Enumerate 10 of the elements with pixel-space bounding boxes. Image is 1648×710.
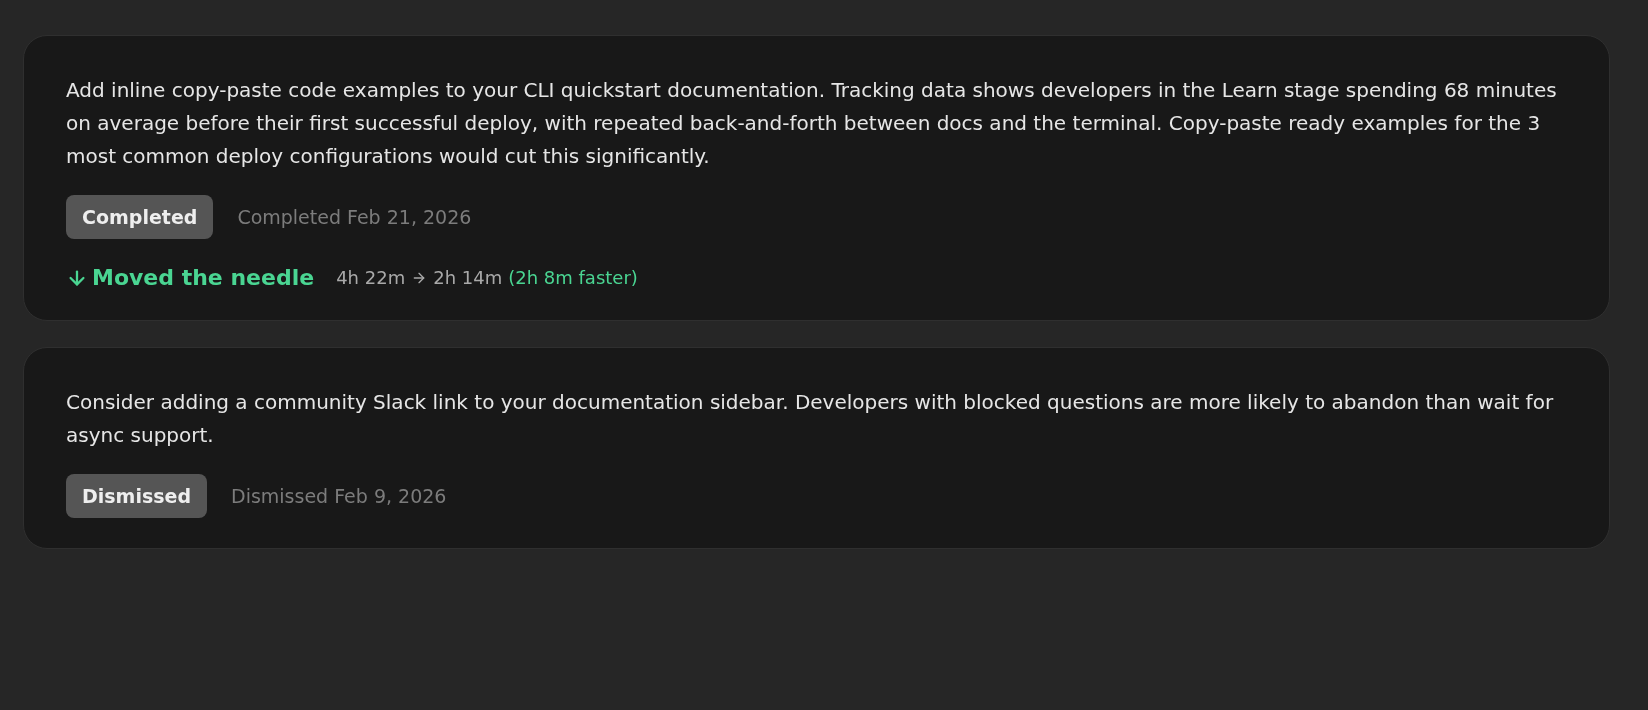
metric-delta: (2h 8m faster) (508, 267, 638, 288)
metric-after: 2h 14m (433, 267, 503, 288)
status-date: Dismissed Feb 9, 2026 (231, 485, 447, 507)
metric-before: 4h 22m (336, 267, 406, 288)
recommendation-text: Consider adding a community Slack link to your documentation sidebar. Developers with blocked questions are more likely to abandon than wait for async support. (66, 389, 1555, 449)
status-date: Completed Feb 21, 2026 (237, 206, 472, 228)
status-badge: Completed (66, 195, 214, 239)
status-badge: Dismissed (66, 474, 207, 518)
impact-label: Moved the needle (92, 265, 315, 290)
recommendation-text: Add inline copy-paste code examples to your CLI quickstart documentation. Tracking data shows developers in the Learn stage spending 68 minutes on average before their first successful deploy, with repeated back-and-forth between docs and the terminal. Copy-paste ready examples for the 3 most common deploy configurations would cut this significantly. (66, 77, 1558, 170)
